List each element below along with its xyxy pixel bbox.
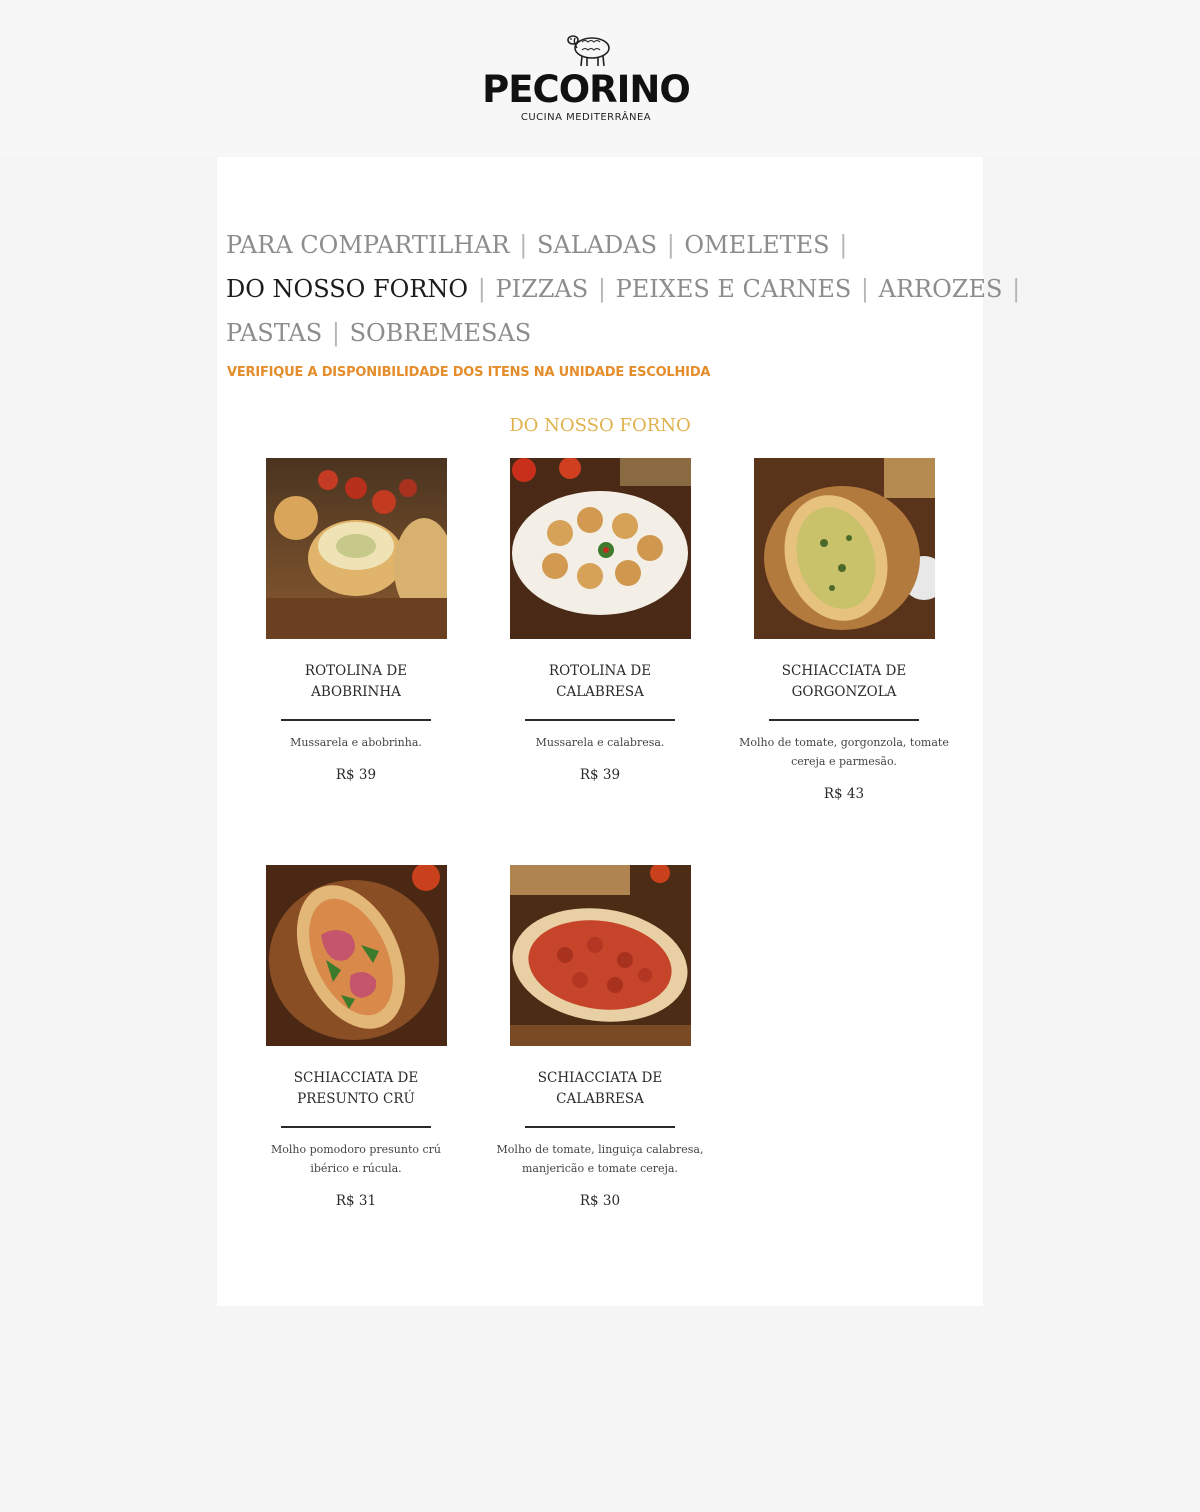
nav-line-2: DO NOSSO FORNO | PIZZAS | PEIXES E CARNE… [226, 267, 1020, 311]
food-photo-schiacciata-presunto [265, 865, 447, 1046]
item-divider [281, 719, 431, 721]
item-divider [525, 1126, 675, 1128]
menu-item-card[interactable]: ROTOLINA DE CALABRESA Mussarela e calabr… [490, 458, 710, 783]
food-photo-rotolina-abobrinha [265, 458, 447, 639]
item-price: R$ 30 [579, 1193, 621, 1209]
menu-item-card[interactable]: ROTOLINA DE ABOBRINHA Mussarela e abobri… [246, 458, 466, 783]
nav-separator: | [839, 231, 848, 259]
nav-separator: | [477, 275, 486, 303]
nav-separator: | [860, 275, 870, 303]
item-description: Molho pomodoro presunto crú ibérico e rú… [270, 1143, 442, 1175]
item-description: Mussarela e abobrinha. [290, 736, 422, 749]
food-photo-schiacciata-calabresa [509, 865, 691, 1046]
nav-separator: | [597, 275, 606, 303]
item-price: R$ 39 [335, 767, 377, 783]
brand-tagline: CUCINA MEDITERRÂNEA [520, 112, 652, 123]
nav-link-sobremesas[interactable]: SOBREMESAS [350, 319, 532, 347]
sheep-icon [567, 35, 610, 67]
nav-link-saladas[interactable]: SALADAS [537, 231, 657, 259]
item-divider [769, 719, 919, 721]
menu-content: PARA COMPARTILHAR | SALADAS | OMELETES |… [217, 157, 1020, 1306]
item-divider [281, 1126, 431, 1128]
food-photo-schiacciata-gorgonzola [753, 458, 935, 639]
item-description: Molho de tomate, gorgonzola, tomate cere… [739, 736, 949, 768]
item-name: SCHIACCIATA DE GORGONZOLA [781, 663, 907, 700]
menu-item-card[interactable]: SCHIACCIATA DE PRESUNTO CRÚ Molho pomodo… [246, 865, 466, 1209]
item-price: R$ 31 [335, 1193, 377, 1209]
nav-line-3: PASTAS | SOBREMESAS [226, 311, 976, 355]
item-name: ROTOLINA DE ABOBRINHA [304, 663, 408, 700]
nav-separator: | [1012, 275, 1021, 303]
nav-link-pizzas[interactable]: PIZZAS [495, 275, 588, 303]
item-name: ROTOLINA DE CALABRESA [548, 663, 652, 700]
nav-link-para-compartilhar[interactable]: PARA COMPARTILHAR [226, 231, 510, 259]
nav-separator: | [519, 231, 528, 259]
nav-line-1: PARA COMPARTILHAR | SALADAS | OMELETES | [226, 223, 976, 267]
nav-separator: | [666, 231, 675, 259]
item-description: Molho de tomate, linguiça calabresa, man… [496, 1143, 704, 1175]
brand-name: PECORINO [482, 68, 691, 111]
nav-link-pastas[interactable]: PASTAS [226, 319, 322, 347]
category-nav: PARA COMPARTILHAR | SALADAS | OMELETES |… [226, 223, 1020, 355]
food-photo-rotolina-calabresa [509, 458, 691, 639]
site-header: PECORINO CUCINA MEDITERRÂNEA [0, 0, 1200, 157]
item-price: R$ 43 [823, 786, 865, 802]
item-name: SCHIACCIATA DE PRESUNTO CRÚ [293, 1070, 419, 1107]
nav-link-arrozes[interactable]: ARROZES [879, 275, 1003, 303]
item-name: SCHIACCIATA DE CALABRESA [537, 1070, 663, 1107]
nav-separator: | [331, 319, 340, 347]
nav-link-do-nosso-forno[interactable]: DO NOSSO FORNO [226, 275, 468, 303]
availability-notice: VERIFIQUE A DISPONIBILIDADE DOS ITENS NA… [227, 365, 711, 380]
item-divider [525, 719, 675, 721]
section-title: DO NOSSO FORNO [509, 415, 691, 436]
item-price: R$ 39 [579, 767, 621, 783]
nav-link-omeletes[interactable]: OMELETES [684, 231, 829, 259]
menu-item-card[interactable]: SCHIACCIATA DE GORGONZOLA Molho de tomat… [734, 458, 954, 802]
brand-logo[interactable]: PECORINO CUCINA MEDITERRÂNEA [480, 28, 700, 128]
nav-link-peixes-e-carnes[interactable]: PEIXES E CARNES [616, 275, 852, 303]
menu-item-card[interactable]: SCHIACCIATA DE CALABRESA Molho de tomate… [490, 865, 710, 1209]
item-description: Mussarela e calabresa. [535, 736, 665, 749]
